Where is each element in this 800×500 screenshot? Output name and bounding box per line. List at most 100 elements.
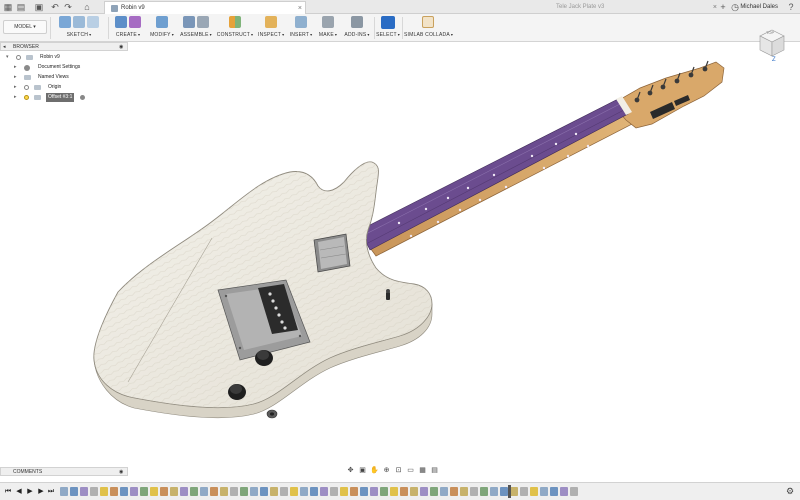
timeline-feature-icon[interactable]: [260, 487, 268, 496]
timeline-feature-icon[interactable]: [160, 487, 168, 496]
chevron-right-icon[interactable]: ▸: [14, 93, 17, 102]
pin-icon[interactable]: ◉: [119, 468, 123, 476]
timeline-feature-icon[interactable]: [410, 487, 418, 496]
workspace-switcher[interactable]: MODEL ▾: [3, 20, 47, 34]
fit-icon[interactable]: ⊡: [394, 467, 403, 475]
home-icon[interactable]: ⌂: [82, 2, 92, 12]
timeline-feature-icon[interactable]: [210, 487, 218, 496]
volume-knob[interactable]: [255, 350, 273, 366]
tab-tele-jack-plate[interactable]: Tele Jack Plate v3 ×: [540, 1, 720, 14]
look-at-icon[interactable]: ▣: [358, 467, 367, 475]
timeline-marker[interactable]: [508, 485, 511, 498]
visibility-bulb-icon[interactable]: [16, 55, 21, 60]
3d-print-icon[interactable]: [322, 16, 334, 28]
scripts-icon[interactable]: [351, 16, 363, 28]
go-to-start-icon[interactable]: ⏮: [4, 487, 12, 497]
timeline-feature-icon[interactable]: [190, 487, 198, 496]
file-icon[interactable]: ▤: [16, 2, 26, 12]
timeline-feature-icon[interactable]: [120, 487, 128, 496]
save-icon[interactable]: ▣: [34, 2, 44, 12]
zoom-icon[interactable]: ⊕: [382, 467, 391, 475]
timeline-feature-icon[interactable]: [420, 487, 428, 496]
timeline-feature-icon[interactable]: [470, 487, 478, 496]
timeline-feature-icon[interactable]: [240, 487, 248, 496]
timeline-feature-icon[interactable]: [440, 487, 448, 496]
timeline-feature-icon[interactable]: [530, 487, 538, 496]
timeline-feature-icon[interactable]: [360, 487, 368, 496]
timeline-feature-icon[interactable]: [180, 487, 188, 496]
timeline-feature-icon[interactable]: [140, 487, 148, 496]
timeline-feature-icon[interactable]: [170, 487, 178, 496]
timeline-feature-icon[interactable]: [90, 487, 98, 496]
create-sketch-icon[interactable]: [59, 16, 71, 28]
timeline-feature-icon[interactable]: [330, 487, 338, 496]
timeline-feature-icon[interactable]: [230, 487, 238, 496]
orbit-icon[interactable]: ✥: [346, 467, 355, 475]
grid-icon[interactable]: ▦: [3, 2, 13, 12]
timeline-feature-icon[interactable]: [110, 487, 118, 496]
offset-plane-icon[interactable]: [229, 16, 241, 28]
group-inspect[interactable]: INSPECT▾: [258, 14, 284, 42]
collada-export-icon[interactable]: [422, 16, 434, 28]
clock-icon[interactable]: ◷: [730, 2, 740, 12]
timeline-feature-icon[interactable]: [310, 487, 318, 496]
line-icon[interactable]: [73, 16, 85, 28]
step-back-icon[interactable]: ◀: [15, 487, 23, 497]
fretboard[interactable]: [359, 96, 632, 251]
activate-radio-icon[interactable]: [80, 95, 85, 100]
chevron-right-icon[interactable]: ▸: [14, 63, 17, 72]
extrude-icon[interactable]: [115, 16, 127, 28]
timeline-feature-icon[interactable]: [500, 487, 508, 496]
form-icon[interactable]: [129, 16, 141, 28]
play-icon[interactable]: ▶: [26, 487, 34, 497]
group-create[interactable]: CREATE▾: [110, 14, 146, 42]
selector-switch[interactable]: [386, 289, 390, 300]
timeline-feature-icon[interactable]: [570, 487, 578, 496]
timeline-feature-icon[interactable]: [270, 487, 278, 496]
timeline-feature-icon[interactable]: [300, 487, 308, 496]
neck-pickup[interactable]: [313, 233, 351, 273]
gear-icon[interactable]: ⚙: [786, 486, 794, 497]
output-jack[interactable]: [266, 409, 278, 419]
timeline-feature-icon[interactable]: [80, 487, 88, 496]
rectangle-icon[interactable]: [87, 16, 99, 28]
tree-item-named-views[interactable]: ▸ Named Views: [14, 73, 126, 82]
timeline-feature-icon[interactable]: [150, 487, 158, 496]
redo-icon[interactable]: ↷: [63, 2, 73, 12]
timeline-feature-icon[interactable]: [60, 487, 68, 496]
new-component-icon[interactable]: [183, 16, 195, 28]
timeline-feature-icon[interactable]: [460, 487, 468, 496]
timeline-feature-icon[interactable]: [280, 487, 288, 496]
user-name[interactable]: Michael Dales: [740, 0, 778, 14]
timeline-feature-icon[interactable]: [100, 487, 108, 496]
tree-item-root[interactable]: ▾ Robin v9: [6, 53, 126, 62]
group-add-ins[interactable]: ADD-INS▾: [342, 14, 372, 42]
timeline-feature-icon[interactable]: [520, 487, 528, 496]
chevron-right-icon[interactable]: ▸: [14, 83, 17, 92]
timeline-feature-icon[interactable]: [560, 487, 568, 496]
group-construct[interactable]: CONSTRUCT▾: [216, 14, 254, 42]
timeline-feature-icon[interactable]: [70, 487, 78, 496]
timeline-feature-icon[interactable]: [480, 487, 488, 496]
group-simlab-collada[interactable]: SIMLAB COLLADA▾: [404, 14, 453, 42]
pin-icon[interactable]: ◉: [119, 43, 123, 51]
timeline-feature-icon[interactable]: [130, 487, 138, 496]
tone-knob[interactable]: [228, 384, 246, 400]
grid-settings-icon[interactable]: ▦: [418, 467, 427, 475]
display-settings-icon[interactable]: ▭: [406, 467, 415, 475]
timeline-feature-icon[interactable]: [200, 487, 208, 496]
timeline-feature-icon[interactable]: [320, 487, 328, 496]
close-icon[interactable]: ×: [713, 1, 717, 14]
go-to-end-icon[interactable]: ⏭: [47, 487, 55, 497]
chevron-down-icon[interactable]: ▾: [6, 53, 9, 62]
comments-panel-header[interactable]: COMMENTS ◉: [0, 467, 128, 476]
measure-icon[interactable]: [265, 16, 277, 28]
help-icon[interactable]: ?: [786, 2, 796, 12]
timeline-feature-icon[interactable]: [370, 487, 378, 496]
timeline-feature-icon[interactable]: [340, 487, 348, 496]
group-modify[interactable]: MODIFY▾: [148, 14, 176, 42]
timeline-feature-icon[interactable]: [390, 487, 398, 496]
tab-robin[interactable]: Robin v9 ×: [104, 1, 306, 14]
visibility-bulb-icon[interactable]: [24, 95, 29, 100]
group-select[interactable]: SELECT▾: [376, 14, 400, 42]
